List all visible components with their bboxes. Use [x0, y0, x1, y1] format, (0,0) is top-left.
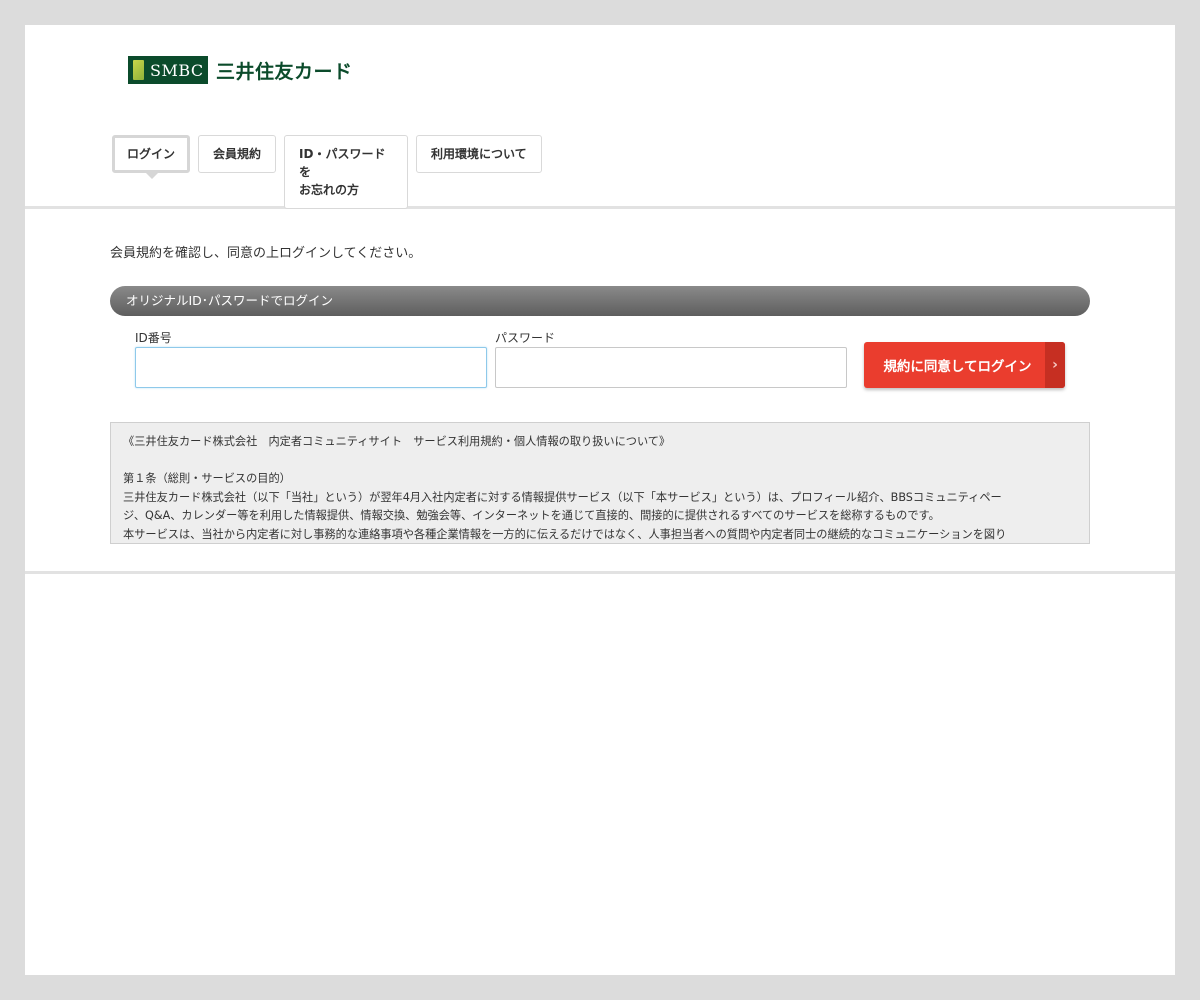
page-container: SMBC 三井住友カード ログイン 会員規約 ID・パスワードを お忘れの方 利…: [25, 25, 1175, 975]
tab-environment[interactable]: 利用環境について: [416, 135, 542, 173]
smbc-logo-mark: SMBC: [128, 56, 208, 84]
tab-member-terms-label: 会員規約: [213, 147, 262, 161]
agree-and-login-button[interactable]: 規約に同意してログイン ›: [864, 342, 1065, 388]
tab-login[interactable]: ログイン: [112, 135, 191, 179]
terms-textbox[interactable]: 《三井住友カード株式会社 内定者コミュニティサイト サービス利用規約・個人情報の…: [110, 422, 1090, 544]
company-name: 三井住友カード: [216, 60, 353, 83]
brand-logo[interactable]: SMBC 三井住友カード: [128, 56, 353, 84]
password-label: パスワード: [495, 331, 556, 345]
terms-article1-line3: 本サービスは、当社から内定者に対し事務的な連絡事項や各種企業情報を一方的に伝える…: [123, 527, 1007, 541]
nav-tabs: ログイン 会員規約 ID・パスワードを お忘れの方 利用環境について: [112, 135, 550, 209]
tab-forgot-id-password[interactable]: ID・パスワードを お忘れの方: [284, 135, 409, 209]
terms-title: 《三井住友カード株式会社 内定者コミュニティサイト サービス利用規約・個人情報の…: [123, 435, 671, 448]
chevron-right-icon: ›: [1045, 342, 1065, 388]
id-label: ID番号: [135, 331, 172, 345]
terms-article1-heading: 第１条（総則・サービスの目的）: [123, 472, 291, 485]
footer-divider: [25, 571, 1175, 574]
tab-forgot-label-line1: ID・パスワードを: [299, 147, 386, 179]
logo-text: SMBC: [150, 60, 204, 80]
terms-spacer: [123, 452, 1077, 471]
terms-article1-line1: 三井住友カード株式会社（以下「当社」という）が翌年4月入社内定者に対する情報提供…: [123, 490, 1002, 504]
section-title-bar: オリジナルID･パスワードでログイン: [110, 286, 1090, 316]
main-content: 会員規約を確認し、同意の上ログインしてください。 オリジナルID･パスワードでロ…: [25, 209, 1175, 571]
intro-text: 会員規約を確認し、同意の上ログインしてください。: [110, 246, 422, 261]
tab-login-label: ログイン: [127, 147, 176, 161]
id-input[interactable]: [135, 347, 487, 388]
leaf-icon: [133, 60, 144, 80]
login-button-label: 規約に同意してログイン: [883, 359, 1032, 375]
terms-article1-line2: ジ、Q&A、カレンダー等を利用した情報提供、情報交換、勉強会等、インターネットを…: [123, 509, 940, 522]
tab-forgot-label-line2: お忘れの方: [299, 183, 360, 197]
tab-environment-label: 利用環境について: [431, 147, 527, 161]
header: SMBC 三井住友カード ログイン 会員規約 ID・パスワードを お忘れの方 利…: [25, 25, 1175, 209]
password-input[interactable]: [495, 347, 847, 388]
tab-member-terms[interactable]: 会員規約: [198, 135, 277, 173]
